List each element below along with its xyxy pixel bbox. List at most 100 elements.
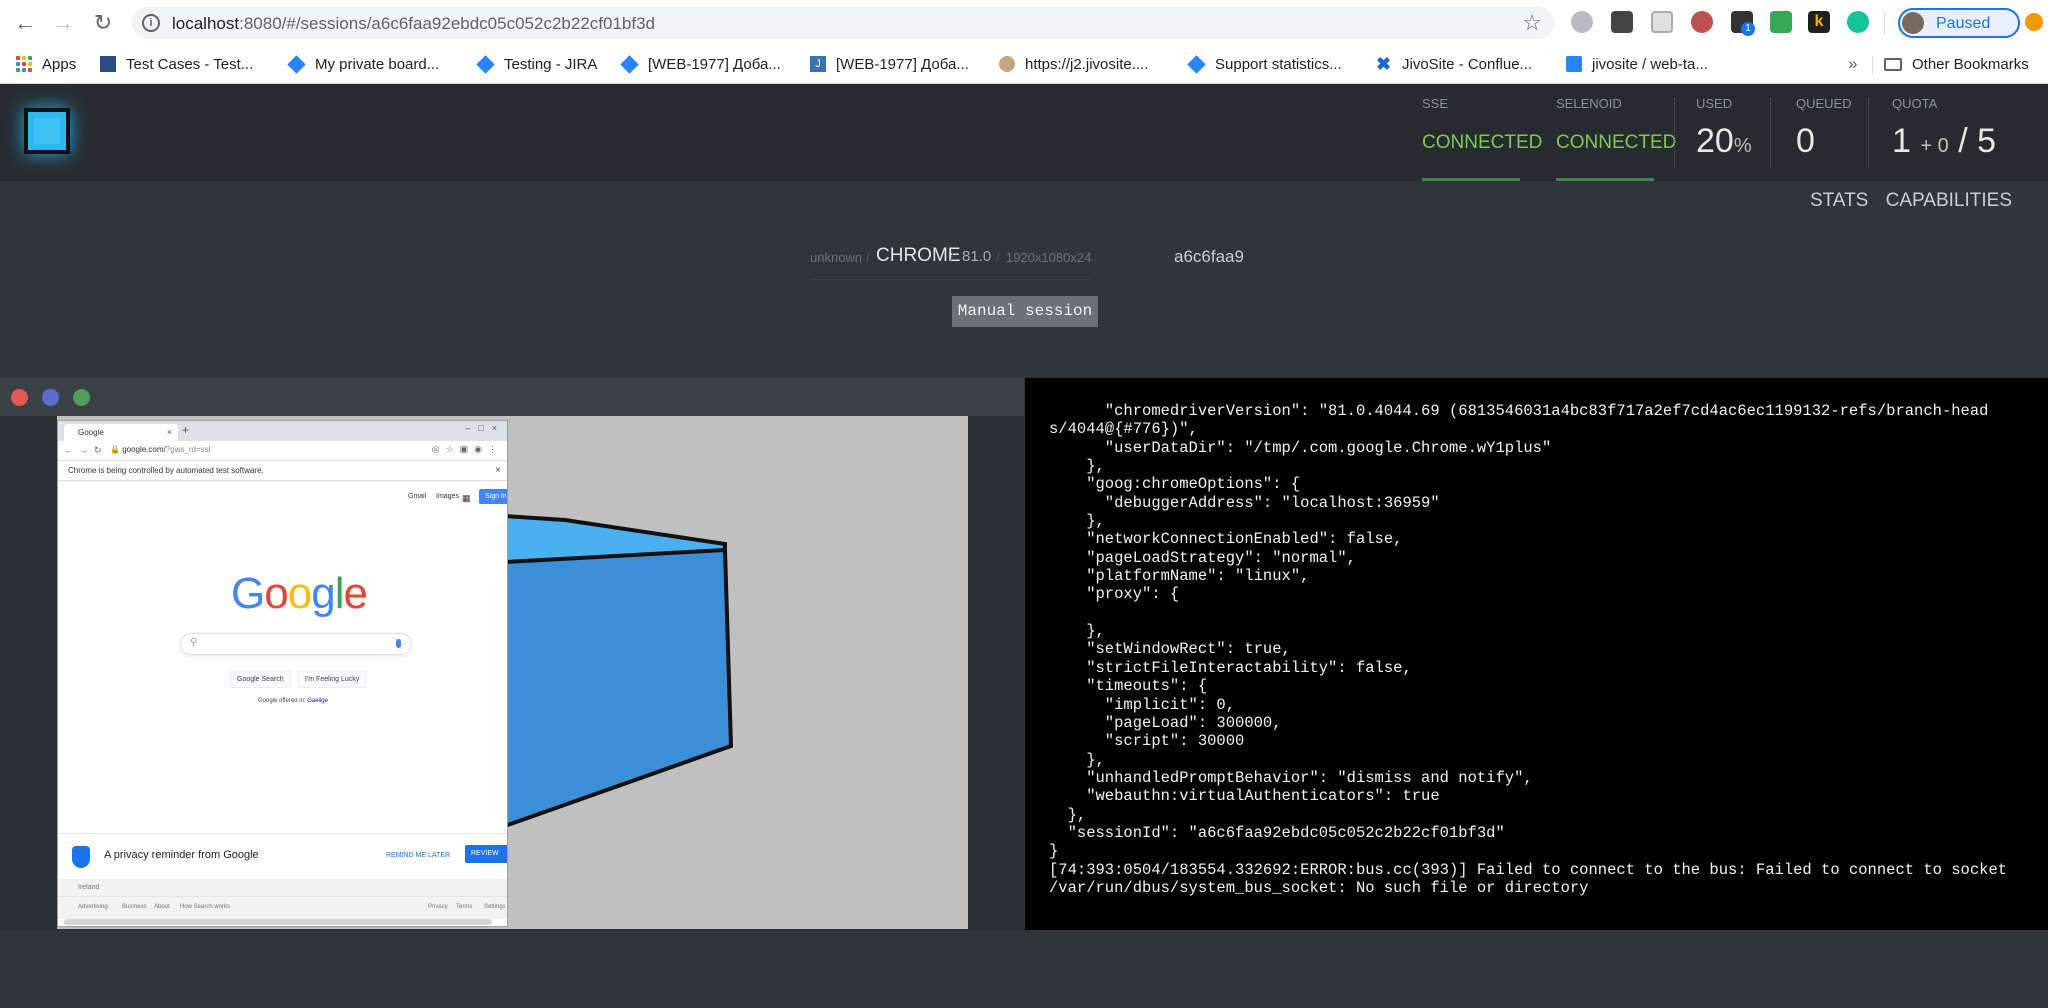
footer-link[interactable]: How Search works: [180, 904, 230, 910]
window-controls[interactable]: –□×: [465, 423, 505, 433]
bookmark-apps[interactable]: Apps: [16, 52, 76, 76]
grammarly-icon[interactable]: [1847, 11, 1869, 33]
session-log-text: "chromedriverVersion": "81.0.4044.69 (68…: [1049, 402, 2007, 897]
jira-icon: [1187, 54, 1206, 74]
back-icon[interactable]: ←: [10, 8, 40, 38]
inner-tab[interactable]: Google ×: [64, 424, 178, 441]
session-id: a6c6faa9: [1174, 247, 1244, 266]
new-tab-icon[interactable]: +: [182, 423, 189, 437]
bookmarks-bar: Apps Test Cases - Test... My private boa…: [0, 48, 2048, 82]
inner-tabstrip: Google × + –□×: [58, 421, 507, 441]
session-version: 81.0: [962, 248, 992, 265]
bookmark-item[interactable]: Support statistics...: [1187, 52, 1342, 76]
bookmark-item[interactable]: ✖ JivoSite - Conflue...: [1376, 52, 1532, 76]
capabilities-link[interactable]: CAPABILITIES: [1886, 190, 2012, 211]
extension-icon[interactable]: [1691, 11, 1713, 33]
folder-icon: [1884, 57, 1902, 71]
reload-icon[interactable]: ↻: [88, 8, 118, 38]
inner-address-bar: ←→↻ 🔒 google.com/?gws_rd=ssl ◎☆▣◉⋮: [58, 441, 507, 461]
footer-link[interactable]: Terms: [456, 904, 472, 910]
desktop-cube-graphic: [505, 513, 734, 829]
view-links: STATS CAPABILITIES: [1798, 190, 2012, 212]
used-value: 20: [1696, 122, 1734, 160]
footer-link[interactable]: Settings: [484, 904, 506, 910]
extension-icon[interactable]: [1571, 11, 1593, 33]
selenoid-logo[interactable]: [24, 108, 70, 154]
automation-infobar: Chrome is being controlled by automated …: [58, 461, 507, 481]
bookmark-item[interactable]: Test Cases - Test...: [100, 52, 253, 76]
privacy-reminder: A privacy reminder from Google REMIND ME…: [58, 833, 507, 879]
stats-link[interactable]: STATS: [1810, 190, 1868, 211]
update-menu-icon[interactable]: [2025, 13, 2043, 31]
apps-grid-icon[interactable]: ▦: [462, 493, 471, 504]
inner-toolbar-icons[interactable]: ◎☆▣◉⋮: [432, 444, 503, 455]
inner-nav-icons[interactable]: ←→↻: [64, 445, 108, 456]
log-line: "platformName": "linux",: [1086, 567, 1310, 586]
log-line: "proxy": {: [1086, 585, 1180, 604]
quota-total: / 5: [1958, 122, 1996, 160]
close-icon[interactable]: ×: [167, 424, 172, 441]
selenoid-value: CONNECTED: [1556, 132, 1677, 153]
inner-browser-window[interactable]: Google × + –□× ←→↻ 🔒 google.com/?gws_rd=s…: [57, 420, 508, 927]
selenoid-indicator-bar: [1556, 178, 1654, 181]
footer-link[interactable]: Advertising: [78, 904, 108, 910]
remind-later-button[interactable]: REMIND ME LATER: [386, 852, 450, 859]
search-icon: ⚲: [190, 637, 198, 648]
horizontal-scrollbar[interactable]: [64, 919, 492, 925]
inner-url[interactable]: 🔒 google.com/?gws_rd=ssl: [110, 445, 210, 454]
privacy-reminder-text: A privacy reminder from Google: [104, 849, 259, 861]
app-header: SSE CONNECTED SELENOID CONNECTED USED 20…: [0, 84, 2048, 181]
selenium-extension-icon[interactable]: [1611, 11, 1633, 33]
log-line: s/4044@{#776})",: [1049, 420, 1198, 439]
shield-icon: [72, 846, 90, 868]
bookmarks-overflow[interactable]: »: [1848, 52, 1857, 76]
address-url[interactable]: localhost:8080/#/sessions/a6c6faa92ebdc0…: [172, 14, 655, 34]
vnc-screen[interactable]: Google × + –□× ←→↻ 🔒 google.com/?gws_rd=s…: [57, 416, 968, 929]
log-line: "setWindowRect": true,: [1086, 640, 1291, 659]
bookmark-item[interactable]: https://j2.jivosite....: [999, 52, 1148, 76]
vnc-titlebar: [0, 378, 1024, 416]
images-link[interactable]: Images: [436, 493, 459, 500]
google-logo: Google: [231, 569, 368, 618]
gmail-link[interactable]: Gmail: [408, 493, 426, 500]
quota-used: 1: [1892, 122, 1911, 160]
k-extension-icon[interactable]: k: [1808, 11, 1830, 33]
footer-link[interactable]: About: [154, 904, 170, 910]
profile-button[interactable]: Paused: [1898, 8, 2020, 38]
site-info-icon[interactable]: i: [142, 14, 160, 32]
shield-extension-icon[interactable]: [1651, 11, 1673, 33]
sse-value: CONNECTED: [1422, 132, 1543, 153]
google-search-button[interactable]: Google Search: [230, 671, 291, 688]
session-resolution: 1920x1080x24: [1006, 250, 1092, 265]
bookmark-item[interactable]: [WEB-1977] Доба...: [620, 52, 781, 76]
cc-extension-icon[interactable]: [1770, 11, 1792, 33]
log-line: "chromedriverVersion": "81.0.4044.69 (68…: [1104, 402, 1989, 420]
bookmark-other[interactable]: Other Bookmarks: [1884, 52, 2029, 76]
bookmark-item[interactable]: J [WEB-1977] Доба...: [810, 52, 969, 76]
footer-link[interactable]: Business: [122, 904, 146, 910]
google-search-input[interactable]: ⚲: [180, 633, 412, 655]
forward-icon[interactable]: →: [48, 8, 78, 38]
bookmark-item[interactable]: Testing - JIRA: [476, 52, 597, 76]
feeling-lucky-button[interactable]: I'm Feeling Lucky: [298, 671, 367, 688]
close-dot-icon[interactable]: [11, 389, 28, 406]
bookmark-label: My private board...: [315, 55, 440, 73]
bookmark-item[interactable]: jivosite / web-ta...: [1566, 52, 1708, 76]
connect-dot-icon[interactable]: [73, 389, 90, 406]
address-bar[interactable]: i localhost:8080/#/sessions/a6c6faa92ebd…: [132, 7, 1554, 39]
bookmark-item[interactable]: My private board...: [287, 52, 440, 76]
log-line: "strictFileInteractability": false,: [1086, 658, 1412, 677]
footer-country: Ireland: [58, 879, 507, 897]
queued-value: 0: [1796, 122, 1815, 160]
fullscreen-dot-icon[interactable]: [42, 389, 59, 406]
review-now-button[interactable]: REVIEW NOW: [465, 845, 507, 875]
log-line: "timeouts": {: [1086, 677, 1208, 696]
session-log-panel[interactable]: "chromedriverVersion": "81.0.4044.69 (68…: [1025, 378, 2048, 930]
close-icon[interactable]: ×: [495, 461, 501, 481]
footer-link[interactable]: Privacy: [428, 904, 448, 910]
log-line: },: [1086, 622, 1105, 641]
sign-in-button[interactable]: Sign in: [479, 489, 507, 504]
microphone-icon[interactable]: [396, 639, 401, 648]
bookmark-star-icon[interactable]: ☆: [1522, 10, 1542, 36]
language-link[interactable]: Gaeilge: [307, 698, 328, 704]
